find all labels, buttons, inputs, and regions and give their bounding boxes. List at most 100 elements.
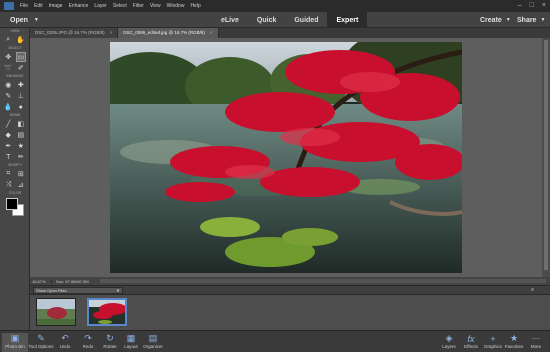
organizer-button[interactable]: ▤ Organizer xyxy=(140,333,166,352)
color-picker-tool-icon[interactable]: ✒ xyxy=(3,141,13,151)
doc-size: Doc: 67.9M/67.9M xyxy=(56,278,89,284)
menu-help[interactable]: Help xyxy=(187,0,203,12)
zoom-level[interactable]: 16.67% xyxy=(30,278,52,284)
layers-icon: ◈ xyxy=(445,333,453,343)
marquee-tool-icon[interactable]: ▭ xyxy=(15,52,26,62)
menu-image[interactable]: Image xyxy=(46,0,66,12)
straighten-tool-icon[interactable]: ⊿ xyxy=(16,180,26,190)
tool-options-button[interactable]: ✎ Tool Options xyxy=(28,333,54,352)
lasso-tool-icon[interactable]: ➰ xyxy=(3,63,13,73)
menu-edit[interactable]: Edit xyxy=(31,0,46,12)
favorites-icon: ★ xyxy=(509,333,519,343)
pencil-tool-icon[interactable]: ✏ xyxy=(16,152,26,162)
show-files-dropdown[interactable]: Show Open Files ▼ xyxy=(33,287,123,294)
blur-tool-icon[interactable]: 💧 xyxy=(3,102,13,112)
tool-options-label: Tool Options xyxy=(28,344,54,349)
organizer-label: Organizer xyxy=(143,344,163,349)
menu-select[interactable]: Select xyxy=(110,0,130,12)
bin-menu-icon[interactable]: ≡ xyxy=(531,287,534,293)
create-label: Create xyxy=(480,16,502,24)
menu-window[interactable]: Window xyxy=(164,0,188,12)
thumbnail-image xyxy=(89,300,125,324)
sponge-tool-icon[interactable]: ● xyxy=(16,102,26,112)
graphics-icon: + xyxy=(490,333,496,344)
status-bar: 16.67% Doc: 67.9M/67.9M xyxy=(30,277,550,285)
hand-tool-icon[interactable]: ✋ xyxy=(16,35,26,45)
document-tabs: DSC_0205.JPG @ 16.7% (RGB/8) × DSC_0086_… xyxy=(30,28,550,38)
open-button[interactable]: Open ▼ xyxy=(5,14,44,26)
create-button[interactable]: Create ▼ xyxy=(480,14,511,26)
doc-tab-label: DSC_0205.JPG @ 16.7% (RGB/8) xyxy=(35,30,105,35)
thumbnail-image xyxy=(37,299,75,325)
mode-bar: Open ▼ eLive Quick Guided Expert Create … xyxy=(0,12,550,28)
mode-tabs: eLive Quick Guided Expert xyxy=(212,12,368,28)
chevron-down-icon: ▼ xyxy=(540,17,546,23)
tab-expert[interactable]: Expert xyxy=(327,12,368,28)
share-button[interactable]: Share ▼ xyxy=(517,14,545,26)
layout-icon: ▦ xyxy=(126,333,136,343)
photo-bin-header: Show Open Files ▼ ≡ xyxy=(30,285,550,295)
horizontal-scrollbar[interactable] xyxy=(100,279,546,283)
undo-icon: ↶ xyxy=(61,333,69,343)
eraser-tool-icon[interactable]: ◧ xyxy=(16,119,26,129)
photo-bin-label: Photo Bin xyxy=(5,344,25,349)
red-eye-tool-icon[interactable]: ◉ xyxy=(3,80,13,90)
doc-tab-label: DSC_0086_edited.jpg @ 16.7% (RGB/8) xyxy=(123,30,205,35)
redo-label: Redo xyxy=(82,344,94,349)
tab-guided[interactable]: Guided xyxy=(285,12,327,28)
menu-filter[interactable]: Filter xyxy=(130,0,147,12)
clone-stamp-tool-icon[interactable]: ⊥ xyxy=(16,91,26,101)
menu-view[interactable]: View xyxy=(147,0,164,12)
recompose-tool-icon[interactable]: ⊞ xyxy=(16,169,26,179)
menu-file[interactable]: File xyxy=(17,0,31,12)
vertical-scrollbar[interactable] xyxy=(542,38,550,277)
doc-tab-2[interactable]: DSC_0086_edited.jpg @ 16.7% (RGB/8) × xyxy=(118,28,219,38)
thumbnail-dsc-0086-edited[interactable] xyxy=(87,298,127,326)
chevron-down-icon: ▼ xyxy=(33,17,39,23)
thumbnail-dsc-0205[interactable] xyxy=(36,298,76,326)
layout-label: Layout xyxy=(124,344,138,349)
tab-elive[interactable]: eLive xyxy=(212,12,248,28)
photo-bin xyxy=(30,295,550,330)
brush-tool-icon[interactable]: ╱ xyxy=(3,119,13,129)
move-tool-icon[interactable]: ✥ xyxy=(3,52,13,62)
close-icon[interactable]: × xyxy=(110,28,113,38)
photo-bin-button[interactable]: ▣ Photo Bin xyxy=(2,333,28,352)
foreground-color-swatch[interactable] xyxy=(6,198,18,210)
close-icon[interactable]: × xyxy=(210,28,213,38)
chevron-down-icon: ▼ xyxy=(116,288,120,293)
more-label: More xyxy=(530,344,542,349)
type-tool-icon[interactable]: T xyxy=(3,152,13,162)
effects-label: Effects xyxy=(464,344,478,349)
canvas-area[interactable] xyxy=(30,38,550,277)
graphics-label: Graphics xyxy=(483,344,502,349)
scrollbar-thumb[interactable] xyxy=(544,40,548,270)
rotate-icon: ↻ xyxy=(106,333,114,343)
doc-tab-1[interactable]: DSC_0205.JPG @ 16.7% (RGB/8) × xyxy=(30,28,119,38)
share-label: Share xyxy=(517,16,537,24)
spot-healing-tool-icon[interactable]: ✚ xyxy=(16,80,26,90)
menu-layer[interactable]: Layer xyxy=(91,0,110,12)
gradient-tool-icon[interactable]: ▤ xyxy=(16,130,26,140)
custom-shape-tool-icon[interactable]: ★ xyxy=(16,141,26,151)
show-files-label: Show Open Files xyxy=(36,288,67,293)
crop-tool-icon[interactable]: ⌗ xyxy=(3,169,13,179)
organizer-icon: ▤ xyxy=(148,333,158,343)
effects-icon: fx xyxy=(467,333,475,344)
window-controls: – □ × xyxy=(518,0,546,12)
smart-brush-tool-icon[interactable]: ✎ xyxy=(3,91,13,101)
maximize-icon[interactable]: □ xyxy=(530,0,534,12)
more-button[interactable]: ⋯ More xyxy=(523,333,549,352)
rotate-label: Rotate xyxy=(103,344,117,349)
photo-canvas[interactable] xyxy=(110,42,462,273)
close-icon[interactable]: × xyxy=(542,0,546,12)
paint-bucket-tool-icon[interactable]: ◆ xyxy=(3,130,13,140)
menu-enhance[interactable]: Enhance xyxy=(66,0,92,12)
quick-selection-tool-icon[interactable]: ✐ xyxy=(16,63,26,73)
undo-label: Undo xyxy=(59,344,71,349)
content-move-tool-icon[interactable]: ⤨ xyxy=(3,180,13,190)
tab-quick[interactable]: Quick xyxy=(248,12,285,28)
zoom-tool-icon[interactable]: ⌕ xyxy=(3,35,13,45)
minimize-icon[interactable]: – xyxy=(518,0,522,12)
toolbox: VIEW ⌕ ✋ SELECT ✥ ▭ ➰ ✐ ENHANCE ◉ ✚ ✎ ⊥ … xyxy=(0,28,30,330)
